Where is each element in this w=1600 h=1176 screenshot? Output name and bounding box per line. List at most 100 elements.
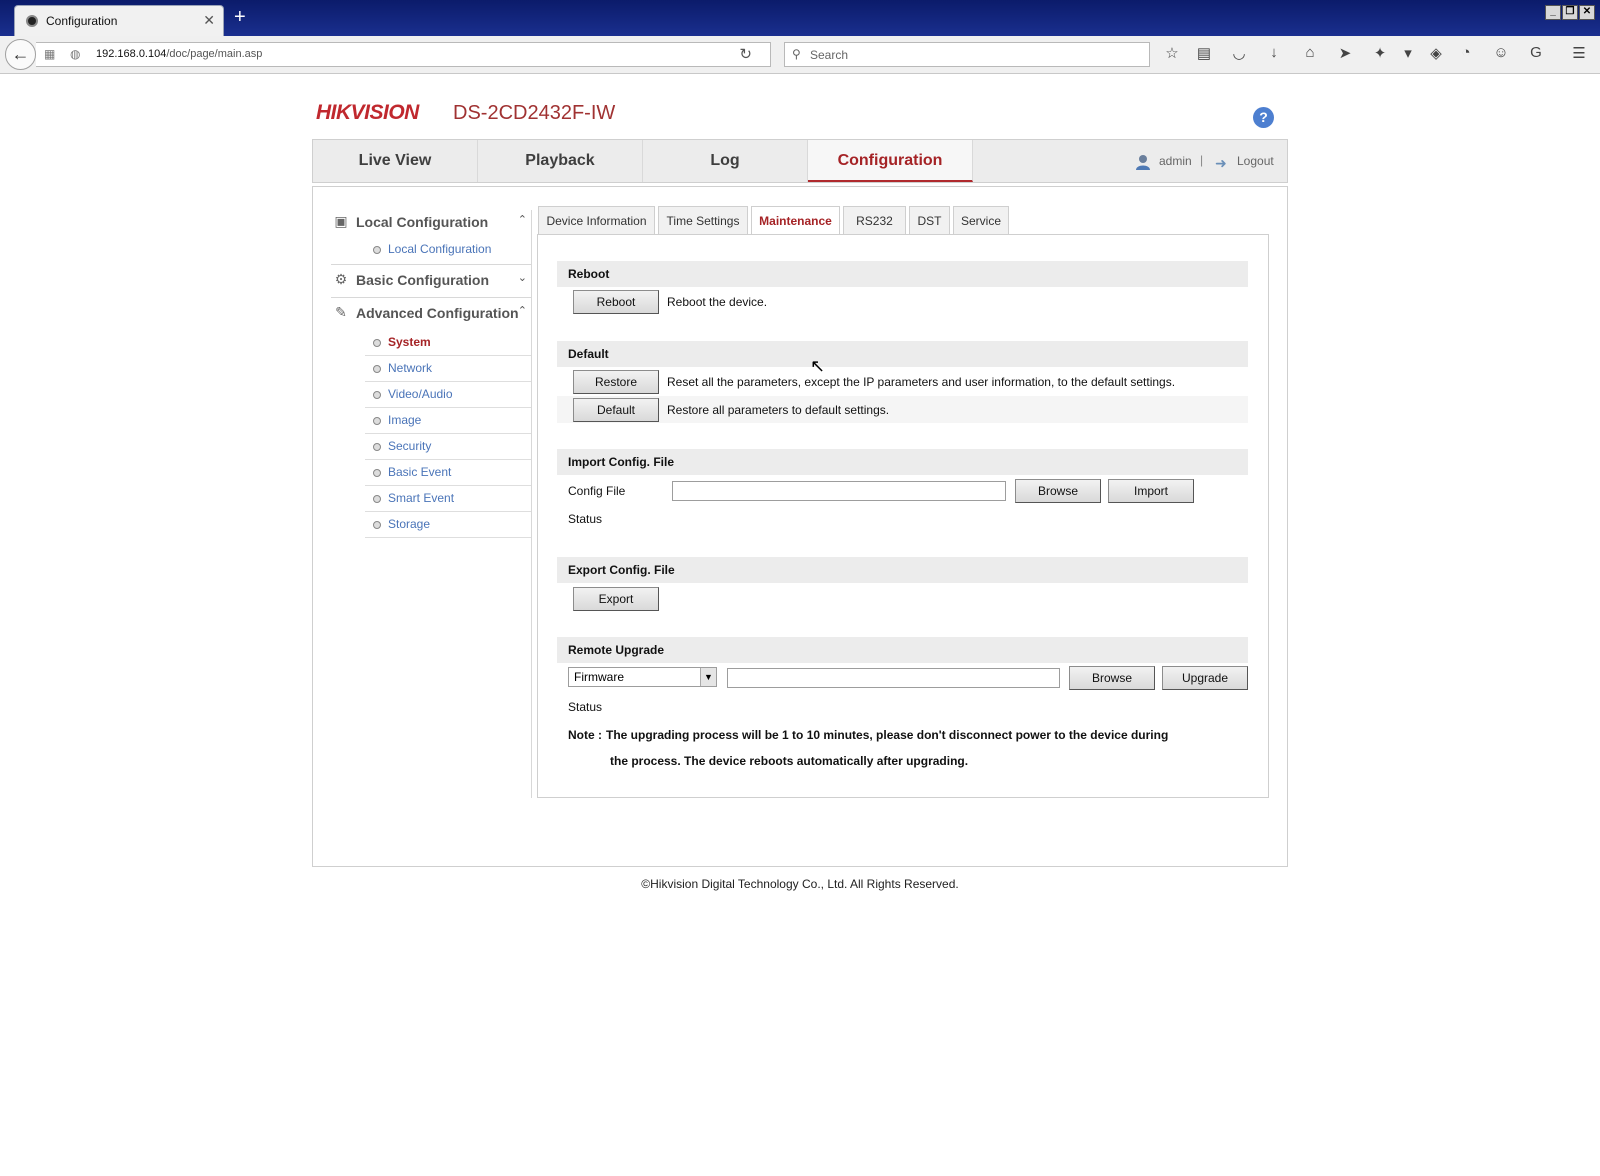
sidebar-item-image[interactable]: Image — [365, 408, 531, 434]
logout-link[interactable]: Logout — [1237, 154, 1274, 168]
sidebar-item-label: Smart Event — [388, 491, 455, 505]
browser-tab[interactable]: Configuration ✕ — [14, 5, 224, 36]
upgrade-note-line1: The upgrading process will be 1 to 10 mi… — [606, 728, 1169, 742]
config-file-label: Config File — [568, 484, 626, 498]
logout-icon[interactable]: ➜ — [1215, 155, 1227, 172]
tab-service[interactable]: Service — [953, 206, 1009, 235]
bullet-icon — [373, 339, 381, 347]
tab-title: Configuration — [46, 14, 118, 28]
config-file-input[interactable] — [672, 481, 1006, 501]
section-export-title: Export Config. File — [557, 557, 1248, 583]
export-button[interactable]: Export — [573, 587, 659, 611]
bullet-icon — [373, 443, 381, 451]
tab-playback[interactable]: Playback — [478, 140, 643, 182]
search-input[interactable]: ⚲ Search — [784, 42, 1150, 67]
sidebar-item-network[interactable]: Network — [365, 356, 531, 382]
translate-icon[interactable]: G — [1526, 44, 1546, 61]
bullet-icon — [373, 469, 381, 477]
import-browse-button[interactable]: Browse — [1015, 479, 1101, 503]
sidebar-item-storage[interactable]: Storage — [365, 512, 531, 538]
sidebar-item-label: Network — [388, 361, 433, 375]
url-bar[interactable]: ▦ ◍ 192.168.0.104/doc/page/main.asp ↻ — [36, 42, 771, 67]
tab-live-view[interactable]: Live View — [313, 140, 478, 182]
download-icon[interactable]: ↓ — [1264, 44, 1284, 61]
reload-icon[interactable]: ↻ — [739, 45, 752, 63]
reboot-button[interactable]: Reboot — [573, 290, 659, 314]
sidebar-advanced-configuration[interactable]: ✎ Advanced Configuration ⌃ — [333, 298, 531, 328]
upgrade-file-input[interactable] — [727, 668, 1060, 688]
tab-rs232[interactable]: RS232 — [843, 206, 906, 235]
home-icon[interactable]: ⌂ — [1300, 44, 1320, 61]
reading-list-icon[interactable]: ▤ — [1194, 44, 1214, 62]
sidebar-basic-configuration[interactable]: ⚙ Basic Configuration ⌄ — [333, 265, 531, 295]
upgrade-type-select[interactable]: Firmware ▼ — [568, 667, 717, 687]
new-tab-icon[interactable]: + — [234, 7, 246, 27]
globe-icon: ◍ — [70, 47, 81, 61]
bullet-icon — [373, 246, 381, 254]
bookmark-star-icon[interactable]: ☆ — [1162, 44, 1182, 62]
sidebar-item-basic-event[interactable]: Basic Event — [365, 460, 531, 486]
send-icon[interactable]: ➤ — [1335, 44, 1355, 62]
user-icon — [1136, 155, 1150, 170]
tab-dst[interactable]: DST — [909, 206, 950, 235]
sidebar-item-video-audio[interactable]: Video/Audio — [365, 382, 531, 408]
section-upgrade-title: Remote Upgrade — [557, 637, 1248, 663]
tab-close-icon[interactable]: ✕ — [203, 12, 215, 29]
upgrade-button[interactable]: Upgrade — [1162, 666, 1248, 690]
upgrade-note-line2: the process. The device reboots automati… — [610, 754, 969, 768]
search-icon: ⚲ — [792, 47, 801, 61]
bullet-icon — [373, 391, 381, 399]
chevron-down-icon[interactable]: ▼ — [700, 668, 716, 686]
import-button[interactable]: Import — [1108, 479, 1194, 503]
search-placeholder: Search — [810, 48, 849, 62]
history-icon[interactable]: ◔ — [1456, 44, 1476, 61]
drop-icon[interactable]: ◈ — [1426, 44, 1446, 62]
chevron-up-icon[interactable]: ⌃ — [518, 304, 527, 317]
close-window-icon[interactable]: ✕ — [1579, 5, 1595, 20]
menu-hamburger-icon[interactable]: ☰ — [1569, 44, 1589, 62]
tab-favicon-icon — [26, 15, 38, 27]
chevron-up-icon[interactable]: ⌃ — [518, 213, 527, 226]
restore-button[interactable]: Restore — [573, 370, 659, 394]
restore-window-icon[interactable]: ❐ — [1562, 5, 1578, 20]
sidebar-item-security[interactable]: Security — [365, 434, 531, 460]
upgrade-browse-button[interactable]: Browse — [1069, 666, 1155, 690]
sidebar-border — [531, 210, 532, 798]
sidebar-heading-advanced: Advanced Configuration — [356, 305, 519, 321]
chevron-down-icon[interactable]: ⌄ — [518, 271, 527, 284]
upgrade-status-label: Status — [568, 700, 603, 714]
tab-time-settings[interactable]: Time Settings — [658, 206, 748, 235]
sidebar-item-system[interactable]: System — [365, 330, 531, 356]
import-status-label: Status — [568, 512, 603, 526]
copyright-footer: ©Hikvision Digital Technology Co., Ltd. … — [641, 877, 959, 891]
sidebar-local-configuration[interactable]: ▣ Local Configuration ⌃ — [333, 207, 531, 237]
sidebar-item-label: System — [388, 335, 431, 349]
mouse-cursor-icon: ↖ — [810, 356, 826, 376]
extension-icon[interactable]: ✦ — [1370, 44, 1390, 62]
sidebar-item-smart-event[interactable]: Smart Event — [365, 486, 531, 512]
default-button[interactable]: Default — [573, 398, 659, 422]
monitor-icon: ▣ — [334, 213, 348, 229]
minimize-icon[interactable]: _ — [1545, 5, 1561, 20]
sidebar-item-label: Local Configuration — [388, 242, 492, 256]
pocket-icon[interactable]: ◡ — [1229, 44, 1249, 62]
maintenance-panel — [537, 234, 1269, 798]
dropdown-chevron-icon[interactable]: ▾ — [1398, 44, 1418, 62]
tab-configuration[interactable]: Configuration — [808, 140, 973, 182]
section-import-title: Import Config. File — [557, 449, 1248, 475]
tab-maintenance[interactable]: Maintenance — [751, 206, 840, 236]
help-icon[interactable]: ? — [1253, 107, 1274, 128]
select-value: Firmware — [574, 670, 624, 684]
browser-titlebar: Configuration ✕ + _ ❐ ✕ — [0, 0, 1600, 36]
main-nav: Live View Playback Log Configuration adm… — [312, 139, 1288, 183]
back-arrow-icon[interactable]: ← — [5, 39, 36, 70]
chat-icon[interactable]: ☺ — [1491, 44, 1511, 61]
tab-log[interactable]: Log — [643, 140, 808, 182]
site-identity-icon[interactable]: ▦ — [44, 47, 55, 61]
sidebar-item-label: Image — [388, 413, 422, 427]
tab-device-information[interactable]: Device Information — [538, 206, 655, 235]
device-model: DS-2CD2432F-IW — [453, 102, 616, 124]
url-text: 192.168.0.104/doc/page/main.asp — [96, 48, 263, 60]
bullet-icon — [373, 521, 381, 529]
sidebar-item-local-configuration[interactable]: Local Configuration — [365, 237, 531, 263]
